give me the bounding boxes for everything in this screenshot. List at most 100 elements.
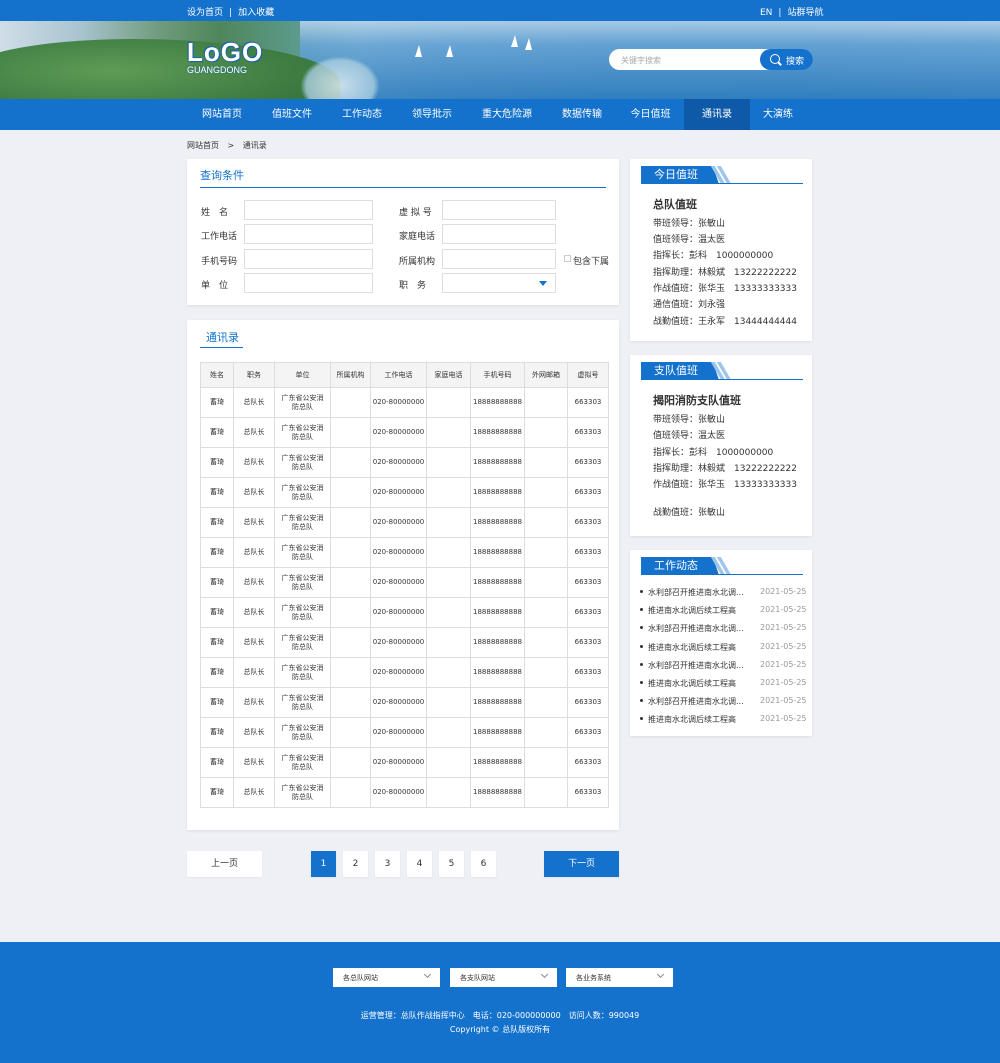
table-row: 蓄琦 总队长 广东省公安消防总队 020-80000000 18888888888 663… [200,717,609,748]
name-input[interactable] [244,200,373,220]
site-nav-link[interactable]: 站群导航 [787,8,823,18]
cell-position: 总队长 [233,777,275,808]
cell-mobile: 18888888888 [470,597,525,628]
breadcrumb-current: 通讯录 [242,141,267,150]
logo-text: LoGO [187,37,264,67]
cell-org [330,717,371,748]
duty-line: 通信值班：刘永强 [653,300,726,310]
page-button[interactable]: 2 [343,851,368,877]
cell-position: 总队长 [233,627,275,658]
news-date: 2021-05-25 [760,641,807,651]
column-header: 职务 [233,362,275,388]
cell-home-phone [426,597,471,628]
duty-line: 指挥长：彭科 1000000000 [653,251,774,261]
cell-mobile: 18888888888 [470,717,525,748]
cell-name: 蓄琦 [200,567,234,598]
duty-line: 指挥助理：林毅斌 13222222222 [653,268,797,278]
page-button[interactable]: 5 [439,851,464,877]
news-item[interactable]: 推进南水北调后续工程高 2021-05-25 [640,714,807,726]
news-item[interactable]: 水利部召开推进南水北调... 2021-05-25 [640,660,807,672]
page-button[interactable]: 6 [471,851,496,877]
mobile-input[interactable] [244,249,373,269]
include-sub-checkbox[interactable] [564,255,571,262]
virtual-number-input[interactable] [442,200,556,220]
org-input[interactable] [442,249,556,269]
work-phone-input[interactable] [244,224,373,244]
cell-work-phone: 020-80000000 [370,447,427,478]
bullet-icon [640,590,643,593]
cell-email [524,657,568,688]
business-systems-select[interactable]: 各业务系统 [566,968,673,987]
news-item[interactable]: 水利部召开推进南水北调... 2021-05-25 [640,623,807,635]
prev-page-button[interactable]: 上一页 [187,851,262,877]
nav-item-home[interactable]: 网站首页 [187,99,257,130]
search-button[interactable]: 搜索 [760,49,813,70]
cell-mobile: 18888888888 [470,627,525,658]
news-item[interactable]: 推进南水北调后续工程高 2021-05-25 [640,641,807,654]
sailboat-icon [511,35,518,47]
cell-work-phone: 020-80000000 [370,567,427,598]
cell-home-phone [426,627,471,658]
set-home-link[interactable]: 设为首页 [187,8,223,18]
cell-position: 总队长 [233,657,275,688]
cell-email [524,627,568,658]
cell-work-phone: 020-80000000 [370,627,427,658]
separator: | [778,8,782,18]
cell-position: 总队长 [233,507,275,538]
nav-item-leader-instructions[interactable]: 领导批示 [397,99,467,130]
cell-name: 蓄琦 [200,657,234,688]
nav-item-work-news[interactable]: 工作动态 [327,99,397,130]
cell-unit: 广东省公安消防总队 [274,777,331,808]
nav-item-data-transfer[interactable]: 数据传输 [547,99,617,130]
page-button[interactable]: 4 [407,851,432,877]
search-input[interactable]: 关键字搜索 [621,55,661,66]
cell-mobile: 18888888888 [470,777,525,808]
cell-org [330,687,371,718]
cell-unit: 广东省公安消防总队 [274,597,331,628]
position-select[interactable] [442,273,556,293]
page-button[interactable]: 1 [311,851,336,877]
column-header: 单位 [274,362,331,388]
title-stripes [710,166,732,184]
name-label: 姓 名 [201,208,229,218]
cell-unit: 广东省公安消防总队 [274,387,331,418]
cell-email [524,477,568,508]
breadcrumb-home[interactable]: 网站首页 [187,141,219,150]
site-logo[interactable]: LoGO GUANGDONG [187,39,263,75]
unit-input[interactable] [244,273,373,293]
news-item[interactable]: 推进南水北调后续工程高 2021-05-25 [640,678,807,690]
cell-name: 蓄琦 [200,597,234,628]
add-favorite-link[interactable]: 加入收藏 [238,8,274,18]
language-link[interactable]: EN [760,8,772,18]
news-item[interactable]: 水利部召开推进南水北调... 2021-05-25 [640,696,807,708]
cell-name: 蓄琦 [200,687,234,718]
nav-item-today-duty[interactable]: 今日值班 [617,99,684,130]
chevron-down-icon [423,970,432,979]
news-item[interactable]: 水利部召开推进南水北调... 2021-05-25 [640,587,807,599]
nav-item-drill[interactable]: 大演练 [750,99,806,130]
table-row: 蓄琦 总队长 广东省公安消防总队 020-80000000 18888888888 663… [200,507,609,538]
cell-virtual: 663303 [567,447,609,478]
cell-email [524,597,568,628]
table-row: 蓄琦 总队长 广东省公安消防总队 020-80000000 18888888888 663… [200,417,609,448]
cell-unit: 广东省公安消防总队 [274,537,331,568]
cell-name: 蓄琦 [200,717,234,748]
news-item[interactable]: 推进南水北调后续工程高 2021-05-25 [640,605,807,617]
cell-position: 总队长 [233,447,275,478]
nav-item-duty-files[interactable]: 值班文件 [257,99,327,130]
nav-item-major-hazards[interactable]: 重大危险源 [467,99,547,130]
next-page-button[interactable]: 下一页 [544,851,619,877]
news-title: 推进南水北调后续工程高 [648,679,736,688]
page-button[interactable]: 3 [375,851,400,877]
branch-sites-select[interactable]: 各支队网站 [450,968,557,987]
nav-item-directory[interactable]: 通讯录 [684,99,750,130]
cell-work-phone: 020-80000000 [370,507,427,538]
cell-name: 蓄琦 [200,537,234,568]
news-title: 推进南水北调后续工程高 [648,715,736,725]
main-nav: 网站首页 值班文件 工作动态 领导批示 重大危险源 数据传输 今日值班 通讯录 … [0,99,1000,130]
chevron-down-icon [540,970,549,979]
corps-sites-select[interactable]: 各总队网站 [333,968,440,987]
query-panel: 查询条件 姓 名 虚 拟 号 工作电话 家庭电话 手机号码 所属机构 包含下属 … [187,159,619,305]
home-phone-input[interactable] [442,224,556,244]
bullet-icon [640,644,643,648]
